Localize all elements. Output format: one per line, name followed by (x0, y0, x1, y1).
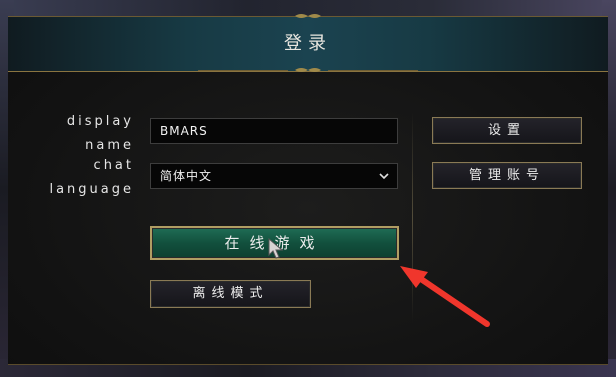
display-name-input[interactable]: BMARS (150, 118, 398, 144)
manage-account-button[interactable]: 管理账号 (432, 162, 582, 189)
display-name-label: display name (66, 114, 134, 153)
settings-button[interactable]: 设置 (432, 117, 582, 144)
chat-language-select[interactable]: 简体中文 (150, 163, 398, 189)
ornament-line-right (328, 70, 418, 71)
display-name-value: BMARS (160, 124, 208, 138)
chevron-down-icon (379, 173, 389, 180)
vertical-divider (412, 112, 413, 322)
offline-mode-button[interactable]: 离线模式 (150, 280, 311, 308)
chat-language-value: 简体中文 (160, 169, 213, 183)
ornament-line-left (198, 70, 288, 71)
dialog-header: 登录 (8, 17, 608, 72)
chat-language-label: chat language (49, 158, 134, 197)
ornament-bottom-icon (295, 68, 321, 72)
ornament-top-icon (295, 14, 321, 18)
dialog-title: 登录 (284, 33, 332, 54)
cursor-icon (268, 238, 284, 259)
